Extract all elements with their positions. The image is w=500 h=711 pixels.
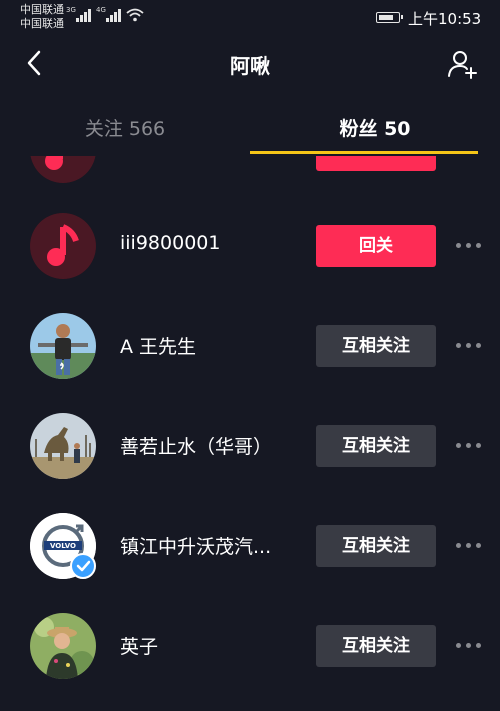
header: 阿啾 [0,34,500,94]
mutual-follow-button[interactable]: 互相关注 [316,325,436,367]
wifi-icon [126,8,144,22]
carrier-label-1: 中国联通 [20,3,64,16]
mutual-follow-button[interactable]: 互相关注 [316,625,436,667]
verified-icon [70,553,96,579]
music-note-icon[interactable] [30,156,96,183]
carrier-label-2: 中国联通 [20,17,64,30]
follow-back-button[interactable] [316,156,436,171]
mutual-follow-button[interactable]: 互相关注 [316,425,436,467]
list-item[interactable]: VOLVO 镇江中升沃茂汽... 互相关注 [0,496,500,596]
clock: 上午10:53 [408,10,482,28]
tab-bar: 关注 566 粉丝 50 [0,100,500,156]
list-item[interactable]: A 王先生 互相关注 [0,296,500,396]
avatar[interactable] [30,313,96,379]
status-bar: 中国联通 中国联通 3G 4G 上午10:53 [0,0,500,34]
tab-active-indicator [250,151,478,154]
tab-followers[interactable]: 粉丝 50 [250,114,500,141]
list-item[interactable]: 英子 互相关注 [0,596,500,696]
svg-text:VOLVO: VOLVO [50,542,76,550]
more-icon[interactable] [456,540,482,550]
more-icon[interactable] [456,640,482,650]
network-type-1: 3G [66,6,76,14]
avatar[interactable] [30,613,96,679]
follower-list[interactable]: iii9800001 回关 A 王先生 互相关注 善若止水（华哥） 互相关注 V… [0,156,500,711]
mutual-follow-button[interactable]: 互相关注 [316,525,436,567]
list-item[interactable] [0,156,500,200]
more-icon[interactable] [456,440,482,450]
more-icon[interactable] [456,340,482,350]
page-title: 阿啾 [230,54,270,78]
battery-icon [376,12,403,23]
follow-back-button[interactable]: 回关 [316,225,436,267]
network-type-2: 4G [96,6,106,14]
add-user-icon[interactable] [446,48,478,80]
follower-name[interactable]: A 王先生 [120,332,196,359]
list-item[interactable]: iii9800001 回关 [0,196,500,296]
follower-name[interactable]: 英子 [120,632,158,659]
music-note-icon[interactable] [30,213,96,279]
list-item[interactable]: 善若止水（华哥） 互相关注 [0,396,500,496]
follower-name[interactable]: 镇江中升沃茂汽... [120,532,271,559]
tab-following[interactable]: 关注 566 [0,114,250,141]
more-icon[interactable] [456,240,482,250]
avatar[interactable] [30,413,96,479]
follower-name[interactable]: 善若止水（华哥） [120,432,272,459]
follower-name[interactable]: iii9800001 [120,232,220,254]
